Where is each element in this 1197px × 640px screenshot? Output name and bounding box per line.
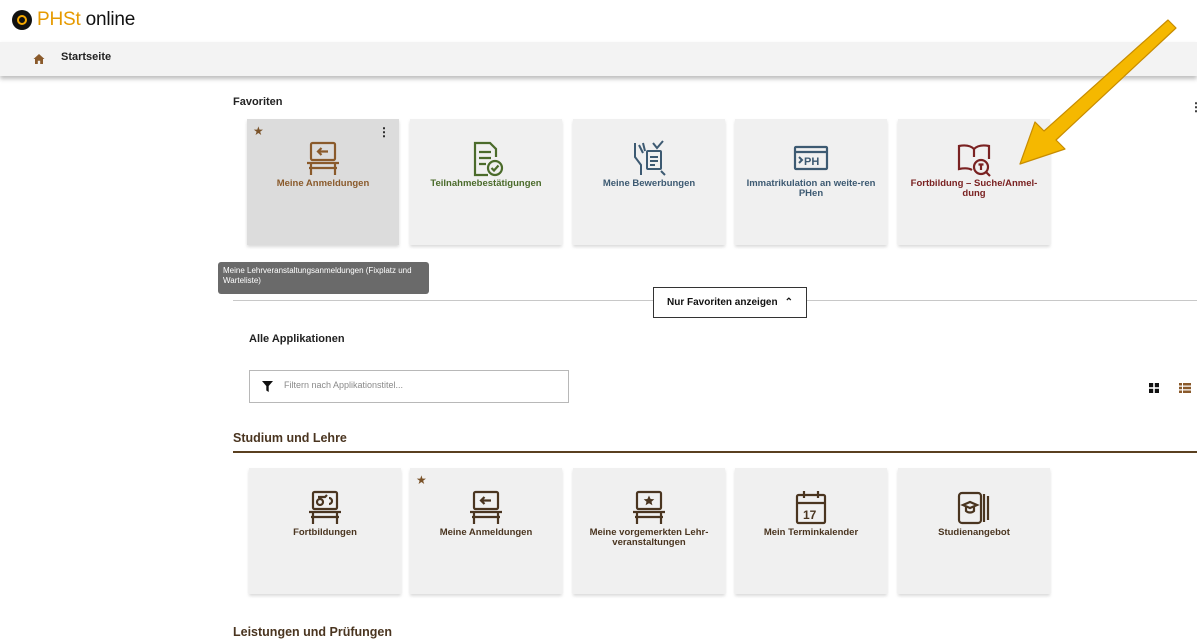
tile-label: Meine Bewerbungen bbox=[602, 178, 696, 189]
all-apps-title: Alle Applikationen bbox=[249, 333, 345, 345]
tooltip: Meine Lehrveranstaltungsanmeldungen (Fix… bbox=[218, 262, 429, 294]
group-title-studium: Studium und Lehre bbox=[233, 431, 347, 445]
favorite-tile-teilnahmebestaetigungen[interactable]: Teilnahmebestätigungen bbox=[410, 119, 562, 245]
books-graduation-icon bbox=[957, 491, 990, 525]
logo-suffix: online bbox=[80, 9, 136, 30]
document-check-icon bbox=[473, 141, 504, 177]
ph-portal-icon: PH bbox=[793, 145, 829, 171]
breadcrumb-home[interactable]: Startseite bbox=[61, 51, 111, 63]
tile-menu-icon[interactable]: ⋮ bbox=[378, 125, 390, 139]
favorite-tile-meine-anmeldungen[interactable]: ★ ⋮ Meine Anmeldungen bbox=[247, 119, 399, 245]
tile-label: Meine Anmeldungen bbox=[276, 178, 370, 189]
bench-arrow-icon bbox=[307, 141, 339, 175]
svg-text:PH: PH bbox=[804, 156, 819, 168]
tile-label: Fortbildungen bbox=[293, 527, 357, 538]
filter-icon bbox=[262, 381, 273, 392]
tile-label: Studienangebot bbox=[938, 527, 1010, 538]
logo-prefix: PHSt bbox=[37, 9, 81, 30]
show-favorites-only-button[interactable]: Nur Favoriten anzeigen ⌃ bbox=[653, 287, 807, 318]
list-view-icon[interactable] bbox=[1179, 383, 1191, 393]
tile-label: Mein Terminkalender bbox=[763, 527, 859, 538]
home-icon[interactable] bbox=[33, 53, 45, 65]
toggle-label: Nur Favoriten anzeigen bbox=[667, 297, 778, 308]
filter-box bbox=[249, 370, 569, 403]
star-icon[interactable]: ★ bbox=[416, 473, 427, 487]
app-tile-fortbildungen[interactable]: Fortbildungen bbox=[249, 468, 401, 594]
app-logo[interactable]: PHSt online bbox=[12, 9, 135, 31]
hand-document-icon bbox=[634, 140, 666, 176]
app-tile-terminkalender[interactable]: 17 Mein Terminkalender bbox=[735, 468, 887, 594]
more-options-icon[interactable]: ⋮ bbox=[1190, 100, 1197, 114]
tile-label: Fortbildung – Suche/Anmel-dung bbox=[910, 178, 1038, 199]
star-icon[interactable]: ★ bbox=[253, 124, 264, 138]
group-title-leistungen: Leistungen und Prüfungen bbox=[233, 625, 393, 639]
grid-view-icon[interactable] bbox=[1149, 383, 1159, 393]
annotation-arrow bbox=[1019, 19, 1177, 165]
favorites-title: Favoriten bbox=[233, 96, 283, 108]
favorite-tile-immatrikulation[interactable]: PH Immatrikulation an weite-ren PHen bbox=[735, 119, 887, 245]
calendar-icon: 17 bbox=[795, 491, 827, 525]
favorite-tile-meine-bewerbungen[interactable]: Meine Bewerbungen bbox=[573, 119, 725, 245]
teacher-bench-icon bbox=[309, 490, 341, 524]
app-tile-vorgemerkte-lv[interactable]: Meine vorgemerkten Lehr-veranstaltungen bbox=[573, 468, 725, 594]
tile-label: Meine Anmeldungen bbox=[439, 527, 533, 538]
logo-icon bbox=[12, 10, 32, 30]
tile-label: Immatrikulation an weite-ren PHen bbox=[746, 178, 876, 199]
book-search-icon bbox=[957, 144, 991, 177]
app-tile-meine-anmeldungen[interactable]: ★ Meine Anmeldungen bbox=[410, 468, 562, 594]
app-tile-studienangebot[interactable]: Studienangebot bbox=[898, 468, 1050, 594]
tile-label: Teilnahmebestätigungen bbox=[430, 178, 542, 189]
chevron-up-icon: ⌃ bbox=[784, 297, 793, 308]
bench-arrow-icon bbox=[470, 490, 502, 524]
calendar-day: 17 bbox=[803, 508, 817, 522]
group-divider bbox=[233, 451, 1197, 453]
bench-star-icon bbox=[633, 490, 665, 524]
tile-label: Meine vorgemerkten Lehr-veranstaltungen bbox=[589, 527, 709, 548]
filter-input[interactable] bbox=[284, 380, 554, 390]
